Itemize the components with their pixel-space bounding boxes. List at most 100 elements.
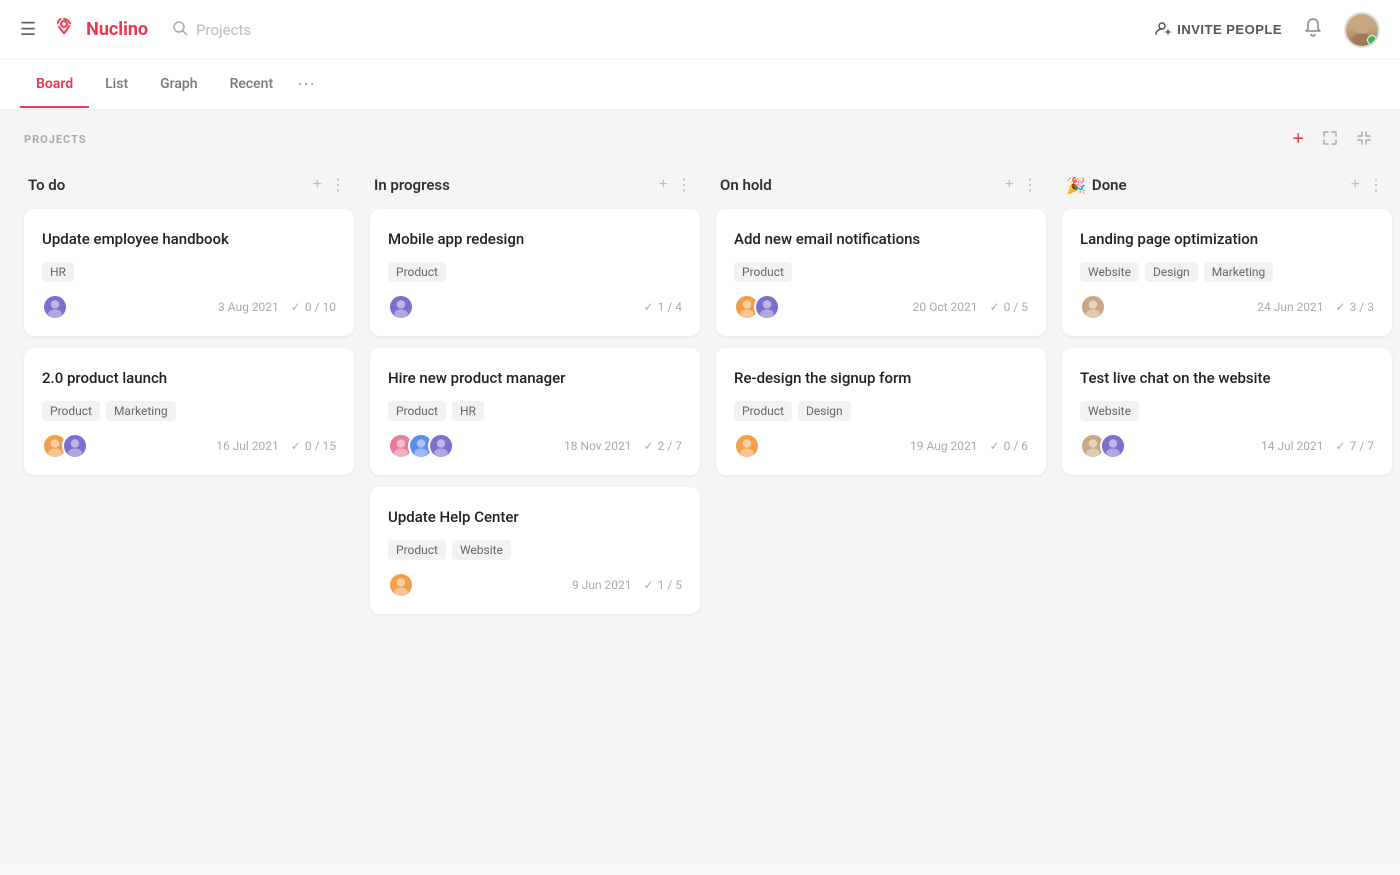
column-inprogress-header: In progress + ⋮ xyxy=(370,165,700,209)
check-icon: ✓ xyxy=(644,300,654,314)
card-title: Update employee handbook xyxy=(42,229,336,250)
tag: Product xyxy=(734,262,792,282)
add-todo-button[interactable]: + xyxy=(309,174,326,196)
avatar xyxy=(388,572,414,598)
add-onhold-button[interactable]: + xyxy=(1001,174,1018,196)
card-signup-form[interactable]: Re-design the signup form Product Design… xyxy=(716,348,1046,475)
done-more-button[interactable]: ⋮ xyxy=(1364,173,1388,197)
card-title: Mobile app redesign xyxy=(388,229,682,250)
check-icon: ✓ xyxy=(644,578,654,592)
check-icon: ✓ xyxy=(1336,439,1346,453)
column-done-header: 🎉 Done + ⋮ xyxy=(1062,165,1392,209)
avatar xyxy=(1080,294,1106,320)
tab-more-button[interactable]: ⋯ xyxy=(289,60,323,109)
card-avatars xyxy=(42,294,68,320)
card-product-launch[interactable]: 2.0 product launch Product Marketing 16 xyxy=(24,348,354,475)
column-done: 🎉 Done + ⋮ Landing page optimization Web… xyxy=(1062,165,1392,626)
card-tags: Website xyxy=(1080,401,1374,421)
check-icon: ✓ xyxy=(644,439,654,453)
avatar xyxy=(428,433,454,459)
card-footer: 16 Jul 2021 ✓ 0 / 15 xyxy=(42,433,336,459)
card-title: Re-design the signup form xyxy=(734,368,1028,389)
tab-graph[interactable]: Graph xyxy=(144,62,213,108)
column-todo-header: To do + ⋮ xyxy=(24,165,354,209)
card-avatars xyxy=(388,433,454,459)
card-hire-pm[interactable]: Hire new product manager Product HR xyxy=(370,348,700,475)
column-onhold-header: On hold + ⋮ xyxy=(716,165,1046,209)
card-footer: 20 Oct 2021 ✓ 0 / 5 xyxy=(734,294,1028,320)
notifications-button[interactable] xyxy=(1302,16,1324,43)
card-tasks: ✓ 0 / 6 xyxy=(990,439,1028,453)
tabs-bar: Board List Graph Recent ⋯ xyxy=(0,60,1400,110)
card-avatars xyxy=(734,294,780,320)
card-landing-page[interactable]: Landing page optimization Website Design… xyxy=(1062,209,1392,336)
card-avatars xyxy=(42,433,88,459)
card-tags: Product xyxy=(388,262,682,282)
kanban-board: To do + ⋮ Update employee handbook HR 3 … xyxy=(0,165,1400,646)
check-icon: ✓ xyxy=(990,439,1000,453)
tag: Website xyxy=(1080,262,1139,282)
tab-list[interactable]: List xyxy=(89,62,144,108)
card-date: 3 Aug 2021 xyxy=(218,300,279,314)
tag: Marketing xyxy=(106,401,176,421)
card-tasks: ✓ 0 / 5 xyxy=(990,300,1028,314)
projects-label: PROJECTS xyxy=(24,133,87,146)
check-icon: ✓ xyxy=(291,439,301,453)
card-title: Test live chat on the website xyxy=(1080,368,1374,389)
card-tags: HR xyxy=(42,262,336,282)
card-date: 19 Aug 2021 xyxy=(910,439,978,453)
column-inprogress-title: In progress xyxy=(374,176,655,194)
card-tags: Product Marketing xyxy=(42,401,336,421)
card-tasks: ✓ 0 / 15 xyxy=(291,439,336,453)
card-footer: 14 Jul 2021 ✓ 7 / 7 xyxy=(1080,433,1374,459)
card-avatars xyxy=(388,572,414,598)
tag: Product xyxy=(388,262,446,282)
check-icon: ✓ xyxy=(1336,300,1346,314)
collapse-button[interactable] xyxy=(1352,128,1376,151)
user-avatar[interactable] xyxy=(1344,12,1380,48)
card-tags: Product Design xyxy=(734,401,1028,421)
card-avatars xyxy=(734,433,760,459)
header-actions: INVITE PEOPLE xyxy=(1155,12,1380,48)
add-inprogress-button[interactable]: + xyxy=(655,174,672,196)
add-project-button[interactable]: + xyxy=(1288,126,1308,153)
card-date: 14 Jul 2021 xyxy=(1261,439,1324,453)
tab-board[interactable]: Board xyxy=(20,62,89,108)
avatar xyxy=(1100,433,1126,459)
logo[interactable]: Nuclino xyxy=(50,15,148,45)
card-mobile-redesign[interactable]: Mobile app redesign Product ✓ 1 / 4 xyxy=(370,209,700,336)
header: ☰ Nuclino Projects xyxy=(0,0,1400,60)
todo-more-button[interactable]: ⋮ xyxy=(326,173,350,197)
search-area[interactable]: Projects xyxy=(172,20,251,40)
tag: Product xyxy=(734,401,792,421)
tag: Design xyxy=(798,401,851,421)
board-area: PROJECTS + To do + ⋮ Updat xyxy=(0,110,1400,865)
tab-recent[interactable]: Recent xyxy=(214,62,290,108)
expand-button[interactable] xyxy=(1318,128,1342,151)
logo-text: Nuclino xyxy=(86,19,148,40)
tag: Marketing xyxy=(1204,262,1274,282)
tag: HR xyxy=(452,401,484,421)
card-live-chat[interactable]: Test live chat on the website Website 14… xyxy=(1062,348,1392,475)
check-icon: ✓ xyxy=(990,300,1000,314)
projects-header: PROJECTS + xyxy=(0,110,1400,165)
add-done-button[interactable]: + xyxy=(1347,174,1364,196)
column-onhold: On hold + ⋮ Add new email notifications … xyxy=(716,165,1046,626)
card-avatars xyxy=(1080,294,1106,320)
avatar xyxy=(754,294,780,320)
onhold-more-button[interactable]: ⋮ xyxy=(1018,173,1042,197)
inprogress-more-button[interactable]: ⋮ xyxy=(672,173,696,197)
card-date: 24 Jun 2021 xyxy=(1257,300,1323,314)
avatar xyxy=(734,433,760,459)
search-label: Projects xyxy=(196,21,251,39)
invite-people-button[interactable]: INVITE PEOPLE xyxy=(1155,20,1282,39)
card-help-center[interactable]: Update Help Center Product Website 9 Jun… xyxy=(370,487,700,614)
card-email-notifications[interactable]: Add new email notifications Product 20 O… xyxy=(716,209,1046,336)
tag: Website xyxy=(452,540,511,560)
invite-label: INVITE PEOPLE xyxy=(1177,22,1282,37)
menu-button[interactable]: ☰ xyxy=(20,19,36,40)
card-update-handbook[interactable]: Update employee handbook HR 3 Aug 2021 ✓… xyxy=(24,209,354,336)
card-tags: Product HR xyxy=(388,401,682,421)
column-onhold-title: On hold xyxy=(720,176,1001,194)
card-tasks: ✓ 7 / 7 xyxy=(1336,439,1374,453)
